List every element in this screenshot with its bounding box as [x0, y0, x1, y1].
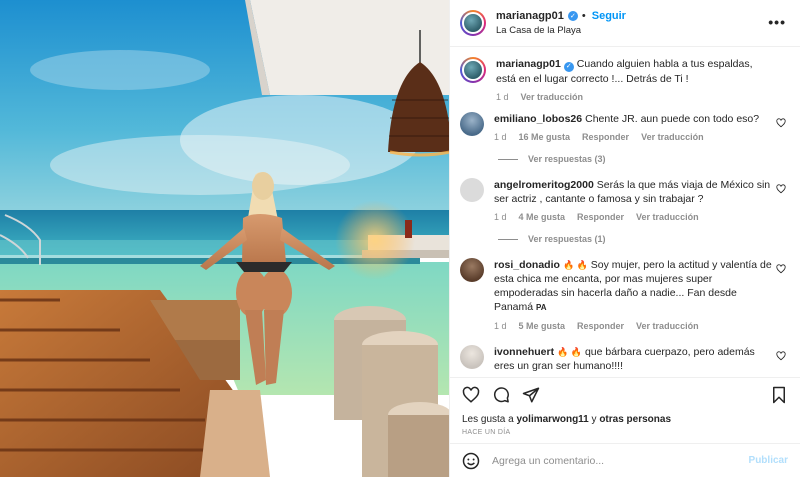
comment-username[interactable]: angelromeritog2000 [494, 179, 594, 191]
caption: marianagp01 ✓ Cuando alguien habla a tus e… [460, 57, 790, 102]
comment-username[interactable]: ivonnehuert [494, 346, 554, 358]
comment-likes[interactable]: 5 Me gusta [519, 321, 566, 331]
heart-icon[interactable] [776, 351, 786, 361]
likes-prefix: Les gusta a [462, 414, 514, 425]
follow-button[interactable]: Seguir [592, 10, 626, 22]
share-icon[interactable] [522, 386, 540, 404]
comment-username[interactable]: rosi_donadio [494, 259, 560, 271]
post-time: HACE UN DÍA [462, 429, 511, 436]
reply-button[interactable]: Responder [582, 132, 629, 142]
likes-user[interactable]: yolimarwong11 [517, 414, 589, 425]
comment-icon[interactable] [492, 386, 510, 404]
reply-button[interactable]: Responder [577, 212, 624, 222]
caption-avatar[interactable] [460, 57, 486, 83]
comment-item: rosi_donadio 🔥 🔥 Soy mujer, pero la actit… [460, 258, 790, 331]
view-replies-button[interactable]: Ver respuestas (1) [498, 234, 790, 244]
fire-emoji-icon: 🔥 🔥 [557, 347, 583, 357]
location-link[interactable]: La Casa de la Playa [496, 25, 626, 36]
comment-likes[interactable]: 4 Me gusta [519, 212, 566, 222]
comment-text: Chente JR. aun puede con todo eso? [585, 113, 760, 125]
more-options-icon[interactable]: ••• [768, 14, 786, 30]
emoji-icon[interactable] [462, 452, 480, 470]
translate-link[interactable]: Ver traducción [636, 321, 699, 331]
view-replies-button[interactable]: Ver respuestas (3) [498, 154, 790, 164]
commenter-avatar[interactable] [460, 112, 484, 136]
comment-item: angelromeritog2000 Serás la que más viaja… [460, 178, 790, 222]
author-username[interactable]: marianagp01 [496, 10, 564, 22]
heart-icon[interactable] [462, 386, 480, 404]
post-comment-button[interactable]: Publicar [749, 455, 788, 466]
heart-icon[interactable] [776, 264, 786, 274]
post-header: marianagp01 ✓ • Seguir La Casa de la Pla… [450, 0, 800, 47]
view-replies-label: Ver respuestas (3) [528, 154, 606, 164]
translate-link[interactable]: Ver traducción [641, 132, 704, 142]
commenter-avatar[interactable] [460, 345, 484, 369]
add-comment-bar: Publicar [450, 443, 800, 477]
translate-link[interactable]: Ver traducción [636, 212, 699, 222]
separator-dot: • [581, 10, 586, 22]
post-sidebar: marianagp01 ✓ • Seguir La Casa de la Pla… [450, 0, 800, 477]
post-modal: marianagp01 ✓ • Seguir La Casa de la Pla… [0, 0, 800, 477]
caption-time: 1 d [496, 92, 509, 102]
comment-likes[interactable]: 16 Me gusta [519, 132, 571, 142]
flag-pa-icon: PA [536, 303, 547, 312]
comment-username[interactable]: emiliano_lobos26 [494, 113, 582, 125]
comment-time: 1 d [494, 321, 507, 331]
likes-and: y [591, 414, 597, 425]
fire-emoji-icon: 🔥 🔥 [562, 260, 588, 270]
likes-others[interactable]: otras personas [599, 414, 671, 425]
comments-list[interactable]: marianagp01 ✓ Cuando alguien habla a tus e… [450, 47, 800, 377]
post-image[interactable] [0, 0, 450, 477]
verified-badge-icon: ✓ [567, 11, 578, 21]
comment-item: ivonnehuert 🔥 🔥 que bárbara cuerpazo, per… [460, 345, 790, 373]
heart-icon[interactable] [776, 184, 786, 194]
comment-input[interactable] [492, 454, 712, 467]
view-replies-label: Ver respuestas (1) [528, 234, 606, 244]
heart-icon[interactable] [776, 118, 786, 128]
reply-button[interactable]: Responder [577, 321, 624, 331]
likes-summary[interactable]: Les gusta a yolimarwong11 y otras person… [462, 414, 788, 425]
commenter-avatar[interactable] [460, 178, 484, 202]
post-actions: Les gusta a yolimarwong11 y otras person… [450, 377, 800, 443]
caption-username[interactable]: marianagp01 [496, 58, 561, 70]
comment-item: emiliano_lobos26 Chente JR. aun puede con… [460, 112, 790, 142]
pool-photo [0, 0, 449, 477]
comment-time: 1 d [494, 132, 507, 142]
comment-time: 1 d [494, 212, 507, 222]
author-avatar[interactable] [460, 10, 486, 36]
caption-translate-link[interactable]: Ver traducción [521, 92, 584, 102]
bookmark-icon[interactable] [770, 386, 788, 404]
commenter-avatar[interactable] [460, 258, 484, 282]
verified-badge-icon: ✓ [563, 62, 574, 72]
